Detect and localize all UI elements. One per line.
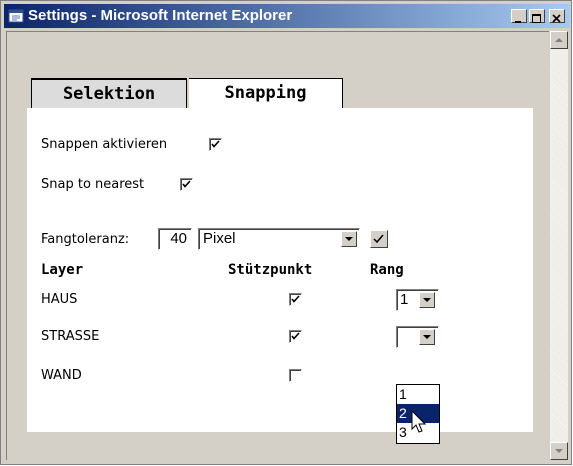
- apply-tolerance-button[interactable]: [370, 230, 388, 248]
- tab-selektion[interactable]: Selektion: [31, 78, 187, 108]
- window-title: Settings - Microsoft Internet Explorer: [28, 7, 293, 24]
- checkmark-icon: [291, 332, 300, 340]
- vertical-scrollbar[interactable]: [550, 31, 568, 460]
- layer-name-wand: WAND: [41, 368, 82, 383]
- haus-stuetzpunkt-checkbox[interactable]: [289, 293, 302, 306]
- arrow-up-icon: [555, 38, 563, 42]
- snap-nearest-checkbox[interactable]: [180, 178, 193, 191]
- snap-activate-label: Snappen aktivieren: [41, 137, 168, 152]
- strasse-rang-select[interactable]: [396, 326, 439, 348]
- tolerance-input[interactable]: 40: [158, 228, 192, 250]
- snapping-panel: Snappen aktivieren Snap to nearest Fangt…: [27, 108, 533, 432]
- col-header-stuetzpunkt: Stützpunkt: [228, 262, 313, 278]
- checkmark-icon: [211, 140, 220, 148]
- haus-rang-select[interactable]: 1: [396, 289, 439, 311]
- checkmark-icon: [373, 234, 384, 244]
- wand-stuetzpunkt-checkbox[interactable]: [289, 369, 302, 382]
- title-bar[interactable]: Settings - Microsoft Internet Explorer: [4, 4, 570, 28]
- snap-nearest-label: Snap to nearest: [41, 177, 145, 192]
- strasse-stuetzpunkt-checkbox[interactable]: [289, 330, 302, 343]
- browser-window: Settings - Microsoft Internet Explorer S…: [0, 0, 572, 465]
- chevron-down-icon[interactable]: [341, 231, 357, 247]
- ie-window-icon[interactable]: [8, 8, 24, 24]
- tolerance-unit-value: Pixel: [203, 230, 236, 247]
- arrow-down-icon: [555, 449, 563, 453]
- checkmark-icon: [291, 295, 300, 303]
- snap-activate-checkbox[interactable]: [209, 138, 222, 151]
- maximize-icon: [532, 14, 541, 23]
- chevron-down-icon[interactable]: [419, 292, 435, 308]
- tab-snapping[interactable]: Snapping: [189, 78, 343, 108]
- close-icon: [552, 14, 561, 23]
- checkmark-icon: [182, 180, 191, 188]
- close-button[interactable]: [549, 9, 565, 23]
- rang-option[interactable]: 1: [397, 385, 439, 404]
- minimize-icon: [515, 21, 521, 23]
- scroll-up-button[interactable]: [550, 31, 568, 49]
- maximize-button[interactable]: [529, 9, 545, 23]
- col-header-rang: Rang: [370, 262, 404, 278]
- minimize-button[interactable]: [511, 9, 527, 23]
- layer-name-haus: HAUS: [41, 292, 78, 307]
- chevron-down-icon[interactable]: [419, 329, 435, 345]
- tolerance-label: Fangtoleranz:: [41, 232, 130, 247]
- col-header-layer: Layer: [41, 262, 84, 278]
- scroll-down-button[interactable]: [550, 442, 568, 460]
- layer-name-strasse: STRASSE: [41, 329, 100, 344]
- tolerance-unit-select[interactable]: Pixel: [198, 228, 360, 250]
- haus-rang-value: 1: [400, 291, 409, 308]
- mouse-pointer-icon: [411, 410, 427, 433]
